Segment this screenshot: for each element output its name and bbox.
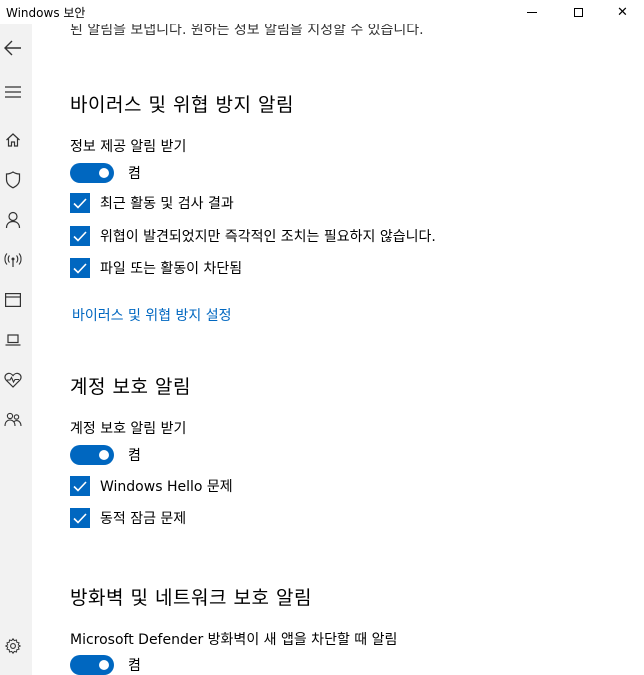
person-icon [5,211,21,229]
sidebar-item-app-browser[interactable] [3,290,23,310]
checkmark-icon [73,512,87,524]
checkmark-icon [73,230,87,242]
checkmark-icon [73,480,87,492]
toggle-state-label: 켬 [128,658,141,674]
virus-settings-link[interactable]: 바이러스 및 위협 방지 설정 [72,305,231,325]
home-icon [6,133,20,147]
account-notifications-toggle-row: 켬 [70,445,141,465]
check-windows-hello-row[interactable]: Windows Hello 문제 [70,475,233,497]
sidebar-item-home[interactable] [3,130,23,150]
check-label: 파일 또는 활동이 차단됨 [100,261,243,277]
virus-notifications-toggle-row: 켬 [70,163,141,183]
sidebar-item-family-options[interactable] [3,410,23,430]
back-arrow-icon [4,40,21,56]
main-content: 된 알림을 보냅니다. 원하는 정보 알림을 지정할 수 있습니다. 바이러스 … [32,24,644,675]
firewall-block-notify-label: Microsoft Defender 방화벽이 새 앱을 차단할 때 알림 [70,632,398,648]
sidebar-item-account-protection[interactable] [3,210,23,230]
wireless-icon [4,253,22,267]
title-bar: Windows 보안 ✕ [0,0,644,24]
menu-button[interactable] [3,82,23,102]
check-label: 동적 잠금 문제 [100,511,187,527]
check-files-blocked-row[interactable]: 파일 또는 활동이 차단됨 [70,257,242,279]
checkbox-checked[interactable] [70,258,90,278]
toggle-knob [99,450,109,460]
virus-notifications-heading: 바이러스 및 위협 방지 알림 [70,94,294,116]
heart-health-icon [4,372,22,388]
sidebar-item-settings[interactable] [3,636,23,656]
virus-info-notifications-label: 정보 제공 알림 받기 [70,139,187,155]
account-notifications-heading: 계정 보호 알림 [70,376,191,398]
firewall-notifications-toggle[interactable] [70,655,114,675]
check-threat-found-row[interactable]: 위협이 발견되었지만 즉각적인 조치는 필요하지 않습니다. [70,225,436,247]
toggle-state-label: 켬 [128,448,141,464]
shield-icon [5,171,21,189]
checkbox-checked[interactable] [70,476,90,496]
firewall-notifications-heading: 방화벽 및 네트워크 보호 알림 [70,587,312,609]
toggle-state-label: 켬 [128,166,141,182]
family-icon [4,412,22,427]
minimize-button[interactable] [509,0,555,24]
close-button[interactable]: ✕ [601,0,644,24]
maximize-button[interactable] [555,0,601,24]
check-label: Windows Hello 문제 [100,479,233,495]
intro-text: 된 알림을 보냅니다. 원하는 정보 알림을 지정할 수 있습니다. [70,24,424,38]
toggle-knob [99,660,109,670]
laptop-icon [5,334,21,346]
sidebar-item-device-security[interactable] [3,330,23,350]
account-notifications-toggle[interactable] [70,445,114,465]
sidebar [0,24,32,675]
toggle-knob [99,168,109,178]
maximize-icon [573,7,583,17]
virus-notifications-toggle[interactable] [70,163,114,183]
account-notifications-label: 계정 보호 알림 받기 [70,421,187,437]
checkbox-checked[interactable] [70,226,90,246]
sidebar-item-virus-protection[interactable] [3,170,23,190]
minimize-icon [527,11,537,13]
checkmark-icon [73,262,87,274]
checkbox-checked[interactable] [70,508,90,528]
firewall-notifications-toggle-row: 켬 [70,655,141,675]
app-browser-icon [5,293,21,307]
sidebar-item-firewall[interactable] [3,250,23,270]
check-label: 최근 활동 및 검사 결과 [100,196,234,212]
checkbox-checked[interactable] [70,193,90,213]
check-recent-activity-row[interactable]: 최근 활동 및 검사 결과 [70,192,234,214]
hamburger-menu-icon [5,86,21,98]
checkmark-icon [73,197,87,209]
window-title: Windows 보안 [6,6,86,20]
check-label: 위협이 발견되었지만 즉각적인 조치는 필요하지 않습니다. [100,229,436,245]
settings-gear-icon [5,638,21,654]
sidebar-item-device-health[interactable] [3,370,23,390]
back-button[interactable] [3,38,23,58]
close-icon: ✕ [617,4,628,20]
check-dynamic-lock-row[interactable]: 동적 잠금 문제 [70,507,186,529]
